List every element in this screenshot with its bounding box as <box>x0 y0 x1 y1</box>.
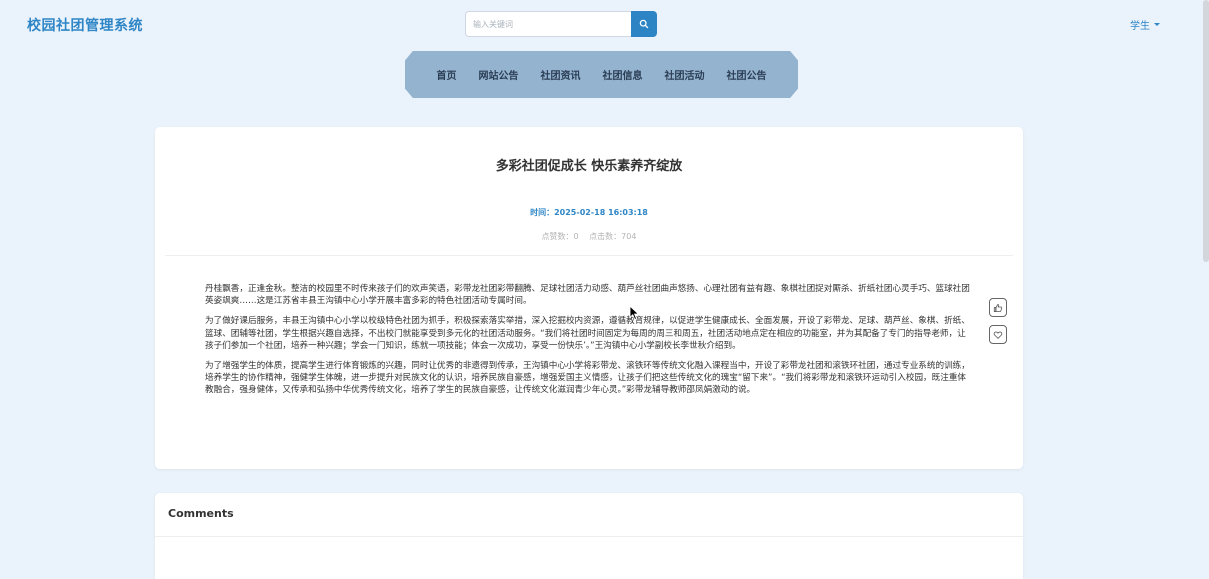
article-time: 时间：2025-02-18 16:03:18 <box>530 208 648 217</box>
article-paragraph: 丹桂飘香，正逢金秋。整洁的校园里不时传来孩子们的欢声笑语，彩带龙社团彩带翻腾、足… <box>205 284 970 307</box>
article-stats: 点赞数：0 点击数：704 <box>155 231 1023 242</box>
nav-item-club-news[interactable]: 社团资讯 <box>541 67 581 82</box>
click-count: 点击数：704 <box>589 232 637 241</box>
site-logo[interactable]: 校园社团管理系统 <box>27 15 143 35</box>
like-button[interactable] <box>989 298 1007 317</box>
nav-item-site-announcements[interactable]: 网站公告 <box>479 67 519 82</box>
search-button[interactable] <box>631 11 657 37</box>
heart-icon <box>993 331 1003 339</box>
scrollbar-thumb[interactable] <box>1203 0 1209 262</box>
article-paragraph: 为了做好课后服务，丰县王沟镇中心小学以校级特色社团为抓手，积极探索落实举措，深入… <box>205 316 970 351</box>
nav-item-club-info[interactable]: 社团信息 <box>603 67 643 82</box>
search-bar <box>465 11 657 37</box>
search-icon <box>639 19 649 29</box>
header: 校园社团管理系统 学生 <box>0 0 1209 50</box>
nav-item-club-activities[interactable]: 社团活动 <box>665 67 705 82</box>
nav-item-home[interactable]: 首页 <box>437 67 457 82</box>
comments-divider <box>155 536 1023 537</box>
mouse-cursor-icon <box>629 305 640 321</box>
nav-item-club-announcements[interactable]: 社团公告 <box>727 67 767 82</box>
article-title: 多彩社团促成长 快乐素养齐绽放 <box>495 159 683 174</box>
user-menu[interactable]: 学生 <box>1130 17 1160 32</box>
article-card: 多彩社团促成长 快乐素养齐绽放 时间：2025-02-18 16:03:18 点… <box>155 127 1023 469</box>
article-body: 丹桂飘香，正逢金秋。整洁的校园里不时传来孩子们的欢声笑语，彩带龙社团彩带翻腾、足… <box>205 283 971 405</box>
search-input[interactable] <box>465 11 631 37</box>
main-nav: 首页 网站公告 社团资讯 社团信息 社团活动 社团公告 <box>405 51 798 98</box>
divider <box>165 255 1013 256</box>
comments-title: Comments <box>168 507 234 520</box>
thumbs-up-icon <box>993 303 1003 312</box>
user-menu-label: 学生 <box>1130 21 1150 32</box>
favorite-button[interactable] <box>989 325 1007 344</box>
like-count: 点赞数：0 <box>541 232 579 241</box>
article-paragraph: 为了增强学生的体质，提高学生进行体育锻炼的兴趣，同时让优秀的非遗得到传承，王沟镇… <box>205 361 970 396</box>
caret-down-icon <box>1154 23 1160 26</box>
comments-card: Comments <box>155 493 1023 579</box>
